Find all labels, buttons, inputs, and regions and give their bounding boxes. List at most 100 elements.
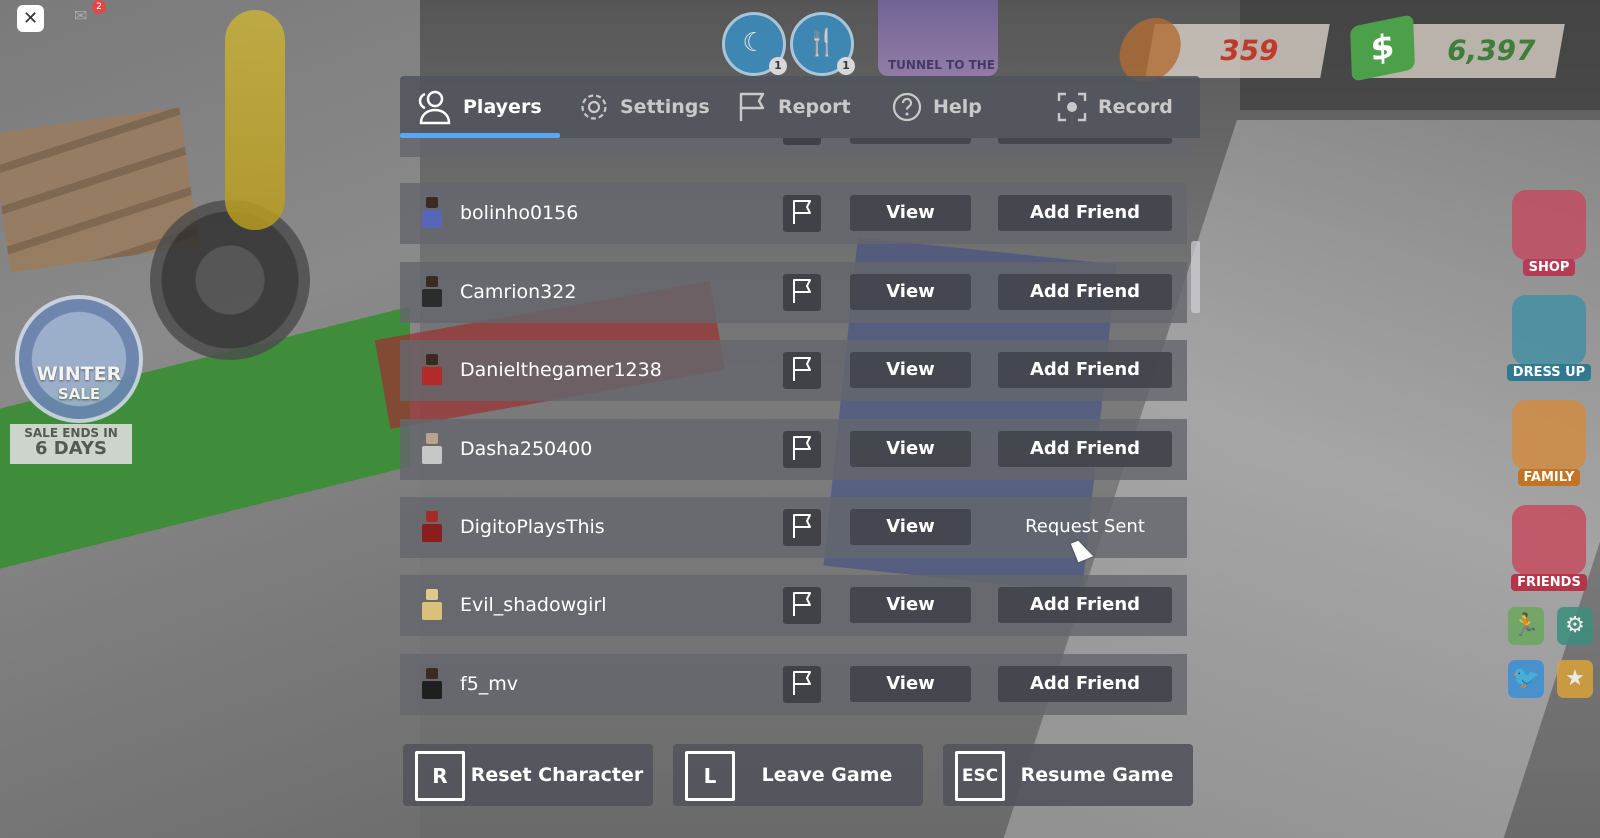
event-banner[interactable]: TUNNEL TO THE bbox=[878, 0, 998, 76]
player-name: Danielthegamer1238 bbox=[460, 359, 662, 381]
player-avatar bbox=[420, 668, 444, 700]
player-name: Dasha250400 bbox=[460, 438, 593, 460]
view-player-button[interactable]: View bbox=[850, 666, 971, 702]
player-name: Evil_shadowgirl bbox=[460, 594, 607, 616]
player-avatar bbox=[420, 589, 444, 621]
report-player-button[interactable] bbox=[783, 274, 821, 311]
flag-icon bbox=[790, 513, 814, 543]
shopping-cart-icon bbox=[1512, 190, 1586, 260]
winter-sale-line2: SALE bbox=[57, 385, 101, 403]
player-row: Evil_shadowgirl View Add Friend bbox=[400, 575, 1187, 636]
tab-record[interactable]: Record bbox=[1056, 76, 1173, 138]
gear-icon bbox=[578, 91, 610, 123]
emote-button[interactable]: 🏃 bbox=[1508, 607, 1544, 645]
sale-ends-days: 6 DAYS bbox=[35, 438, 107, 459]
friends-button[interactable]: FRIENDS bbox=[1505, 505, 1593, 591]
tab-settings-label: Settings bbox=[620, 96, 710, 118]
reset-character-label: Reset Character bbox=[470, 764, 644, 786]
sleep-need-icon[interactable]: ☾ 1 bbox=[722, 12, 787, 76]
flag-icon bbox=[790, 356, 814, 386]
money-count: 6,397 bbox=[1444, 34, 1539, 67]
player-name: Camrion322 bbox=[460, 281, 577, 303]
leave-game-label: Leave Game bbox=[761, 764, 893, 786]
add-friend-button[interactable]: Add Friend bbox=[998, 352, 1172, 388]
leave-key-hint: L bbox=[685, 751, 735, 801]
dress-up-button[interactable]: DRESS UP bbox=[1505, 295, 1593, 381]
add-friend-button[interactable] bbox=[998, 138, 1172, 144]
add-friend-button[interactable]: Add Friend bbox=[998, 587, 1172, 623]
sale-countdown: SALE ENDS IN 6 DAYS bbox=[10, 424, 132, 464]
player-row: bolinho0156 View Add Friend bbox=[400, 183, 1187, 244]
player-avatar bbox=[420, 511, 444, 543]
close-icon: ✕ bbox=[22, 8, 39, 29]
player-name: f5_mv bbox=[460, 673, 519, 695]
add-friend-button[interactable]: Add Friend bbox=[998, 431, 1172, 467]
player-avatar bbox=[420, 197, 444, 229]
dress-up-label: DRESS UP bbox=[1506, 364, 1592, 381]
cookie-count: 359 bbox=[1217, 34, 1282, 67]
report-player-button[interactable] bbox=[783, 352, 821, 389]
notification-badge: 2 bbox=[92, 0, 106, 14]
resume-game-label: Resume Game bbox=[1020, 764, 1174, 786]
player-row: Dasha250400 View Add Friend bbox=[400, 419, 1187, 480]
report-player-button[interactable] bbox=[783, 195, 821, 232]
event-banner-text: TUNNEL TO THE bbox=[888, 58, 996, 72]
player-list-scrollbar[interactable] bbox=[1191, 241, 1200, 313]
tab-record-label: Record bbox=[1098, 96, 1173, 118]
view-player-button[interactable]: View bbox=[850, 431, 971, 467]
flag-icon bbox=[790, 199, 814, 229]
shop-button[interactable]: SHOP bbox=[1505, 190, 1593, 276]
family-icon bbox=[1512, 400, 1586, 470]
reset-character-button[interactable]: R Reset Character bbox=[403, 744, 653, 806]
report-player-button[interactable] bbox=[783, 138, 821, 145]
add-friend-button[interactable]: Add Friend bbox=[998, 666, 1172, 702]
view-player-button[interactable]: View bbox=[850, 195, 971, 231]
player-row: f5_mv View Add Friend bbox=[400, 654, 1187, 715]
flag-icon bbox=[736, 91, 768, 123]
view-player-button[interactable] bbox=[850, 138, 971, 144]
friends-icon bbox=[1512, 505, 1586, 575]
notification-icon[interactable]: ✉ 2 bbox=[74, 0, 106, 28]
close-button[interactable]: ✕ bbox=[17, 5, 44, 32]
help-icon bbox=[891, 91, 923, 123]
tab-players[interactable]: Players bbox=[400, 76, 560, 138]
winter-sale-line1: WINTER bbox=[36, 363, 122, 385]
resume-game-button[interactable]: ESC Resume Game bbox=[943, 744, 1193, 806]
view-player-button[interactable]: View bbox=[850, 587, 971, 623]
add-friend-button[interactable]: Add Friend bbox=[998, 274, 1172, 310]
report-player-button[interactable] bbox=[783, 587, 821, 624]
favorites-button[interactable]: ★ bbox=[1557, 660, 1593, 698]
player-row: DigitoPlaysThis View Request Sent bbox=[400, 497, 1187, 558]
view-player-button[interactable]: View bbox=[850, 274, 971, 310]
money-icon: $ bbox=[1350, 14, 1415, 82]
menu-bottom-actions: R Reset Character L Leave Game ESC Resum… bbox=[400, 744, 1200, 807]
tab-help[interactable]: Help bbox=[891, 76, 982, 138]
view-player-button[interactable]: View bbox=[850, 509, 971, 545]
game-settings-button[interactable]: ⚙ bbox=[1557, 607, 1593, 645]
resume-key-hint: ESC bbox=[955, 751, 1005, 801]
tab-settings[interactable]: Settings bbox=[578, 76, 710, 138]
roblox-menu: Players Settings Report Help Record boli… bbox=[400, 76, 1200, 821]
tab-report-label: Report bbox=[778, 96, 851, 118]
leave-game-button[interactable]: L Leave Game bbox=[673, 744, 923, 806]
report-player-button[interactable] bbox=[783, 666, 821, 703]
record-icon bbox=[1056, 91, 1088, 123]
money-counter: $ 6,397 bbox=[1350, 14, 1565, 82]
player-avatar bbox=[420, 433, 444, 465]
view-player-button[interactable]: View bbox=[850, 352, 971, 388]
food-need-icon[interactable]: 🍴 1 bbox=[790, 12, 855, 76]
report-player-button[interactable] bbox=[783, 431, 821, 468]
flag-icon bbox=[790, 435, 814, 465]
players-icon bbox=[415, 88, 453, 126]
twitter-button[interactable]: 🐦 bbox=[1508, 660, 1544, 698]
player-list[interactable]: bolinho0156 View Add Friend Camrion322 V… bbox=[400, 138, 1200, 723]
rubber-chicken bbox=[225, 10, 285, 230]
report-player-button[interactable] bbox=[783, 509, 821, 546]
reset-key-hint: R bbox=[415, 751, 465, 801]
winter-sale-button[interactable]: WINTER SALE bbox=[15, 295, 143, 423]
menu-tabs: Players Settings Report Help Record bbox=[400, 76, 1200, 138]
cookie-counter: 359 bbox=[1114, 18, 1330, 82]
tab-report[interactable]: Report bbox=[736, 76, 851, 138]
family-button[interactable]: FAMILY bbox=[1505, 400, 1593, 486]
add-friend-button[interactable]: Add Friend bbox=[998, 195, 1172, 231]
